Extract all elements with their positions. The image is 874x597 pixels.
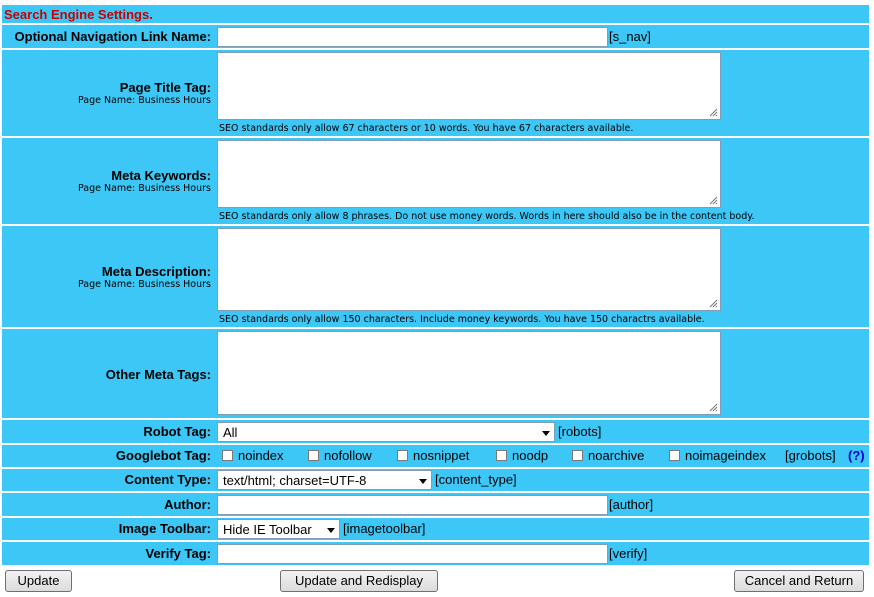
image-toolbar-code: [imagetoolbar] xyxy=(343,521,426,536)
googlebot-tag-row: Googlebot Tag: noindex nofollow nosnippe… xyxy=(2,445,869,467)
nav-link-row: Optional Navigation Link Name: [s_nav] xyxy=(2,25,869,48)
resize-grip-icon[interactable] xyxy=(709,196,718,205)
author-row: Author: [author] xyxy=(2,493,869,516)
meta-keywords-note: SEO standards only allow 8 phrases. Do n… xyxy=(219,211,755,222)
noarchive-checkbox[interactable] xyxy=(572,450,583,461)
meta-description-subtext: Page Name: Business Hours xyxy=(77,279,211,290)
cancel-and-return-button[interactable]: Cancel and Return xyxy=(734,570,864,592)
update-button[interactable]: Update xyxy=(5,570,72,592)
nofollow-label: nofollow xyxy=(324,448,372,463)
update-and-redisplay-button[interactable]: Update and Redisplay xyxy=(280,570,438,592)
verify-tag-code: [verify] xyxy=(609,546,648,561)
meta-keywords-textarea[interactable] xyxy=(217,140,721,208)
noimageindex-label: noimageindex xyxy=(685,448,766,463)
chevron-down-icon xyxy=(419,479,427,484)
robot-tag-selected: All xyxy=(223,425,238,440)
nav-link-code: [s_nav] xyxy=(609,29,651,44)
image-toolbar-selected: Hide IE Toolbar xyxy=(223,522,312,537)
author-label: Author: xyxy=(164,497,211,512)
page-title-note: SEO standards only allow 67 characters o… xyxy=(219,123,634,134)
verify-tag-row: Verify Tag: [verify] xyxy=(2,542,869,565)
noodp-checkbox[interactable] xyxy=(496,450,507,461)
image-toolbar-select[interactable]: Hide IE Toolbar xyxy=(217,519,340,539)
nav-link-label: Optional Navigation Link Name: xyxy=(14,29,211,44)
author-input[interactable] xyxy=(217,495,608,515)
verify-tag-label: Verify Tag: xyxy=(145,546,211,561)
content-type-row: Content Type: text/html; charset=UTF-8 [… xyxy=(2,469,869,491)
page-title-label: Page Title Tag: xyxy=(119,80,211,95)
robot-tag-row: Robot Tag: All [robots] xyxy=(2,420,869,443)
help-link[interactable]: (?) xyxy=(848,448,865,463)
verify-tag-input[interactable] xyxy=(217,544,608,564)
noodp-label: noodp xyxy=(512,448,549,463)
nosnippet-label: nosnippet xyxy=(413,448,470,463)
robot-tag-select[interactable]: All xyxy=(217,422,555,442)
googlebot-tag-code: [grobots] xyxy=(785,448,836,463)
image-toolbar-label: Image Toolbar: xyxy=(118,521,211,536)
noindex-checkbox[interactable] xyxy=(222,450,233,461)
section-title: Search Engine Settings. xyxy=(4,7,153,22)
robot-tag-label: Robot Tag: xyxy=(143,424,211,439)
meta-keywords-subtext: Page Name: Business Hours xyxy=(77,183,211,194)
page-title-row: Page Title Tag: Page Name: Business Hour… xyxy=(2,50,869,136)
author-code: [author] xyxy=(609,497,654,512)
noimageindex-checkbox[interactable] xyxy=(669,450,680,461)
meta-keywords-row: Meta Keywords: Page Name: Business Hours… xyxy=(2,138,869,224)
googlebot-tag-label: Googlebot Tag: xyxy=(115,448,211,463)
resize-grip-icon[interactable] xyxy=(709,403,718,412)
resize-grip-icon[interactable] xyxy=(709,299,718,308)
noindex-label: noindex xyxy=(238,448,284,463)
noarchive-label: noarchive xyxy=(588,448,645,463)
content-type-select[interactable]: text/html; charset=UTF-8 xyxy=(217,470,432,490)
chevron-down-icon xyxy=(542,431,550,436)
other-meta-label: Other Meta Tags: xyxy=(105,367,211,382)
other-meta-row: Other Meta Tags: xyxy=(2,329,869,418)
nosnippet-checkbox[interactable] xyxy=(397,450,408,461)
content-type-selected: text/html; charset=UTF-8 xyxy=(223,473,367,488)
resize-grip-icon[interactable] xyxy=(709,108,718,117)
content-type-code: [content_type] xyxy=(435,472,517,487)
page-title-subtext: Page Name: Business Hours xyxy=(77,95,211,106)
nav-link-input[interactable] xyxy=(217,27,608,47)
nofollow-checkbox[interactable] xyxy=(308,450,319,461)
meta-keywords-label: Meta Keywords: xyxy=(111,168,211,183)
meta-description-row: Meta Description: Page Name: Business Ho… xyxy=(2,226,869,327)
other-meta-textarea[interactable] xyxy=(217,331,721,415)
meta-description-label: Meta Description: xyxy=(101,264,211,279)
header-row: Search Engine Settings. xyxy=(2,5,869,23)
image-toolbar-row: Image Toolbar: Hide IE Toolbar [imagetoo… xyxy=(2,518,869,540)
robot-tag-code: [robots] xyxy=(558,424,602,439)
chevron-down-icon xyxy=(327,528,335,533)
page-title-textarea[interactable] xyxy=(217,52,721,120)
content-type-label: Content Type: xyxy=(124,472,211,487)
meta-description-note: SEO standards only allow 150 characters.… xyxy=(219,314,705,325)
meta-description-textarea[interactable] xyxy=(217,228,721,311)
